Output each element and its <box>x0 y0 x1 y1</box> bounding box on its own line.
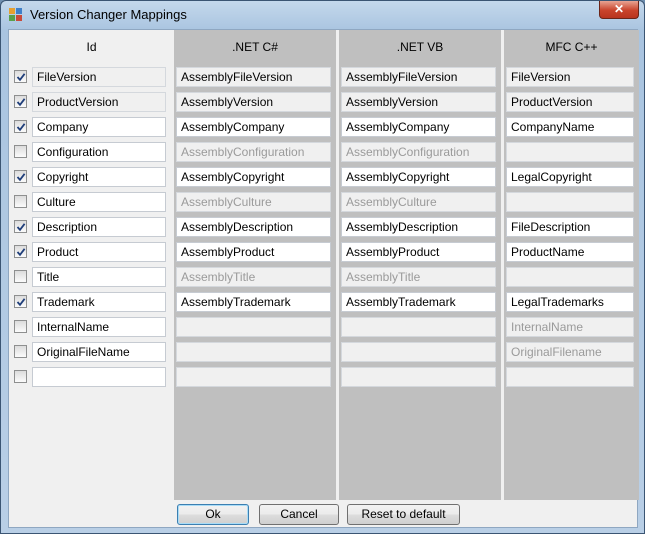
field-dotnet-vb[interactable]: AssemblyProduct <box>341 242 496 262</box>
field-dotnet-cs[interactable]: AssemblyFileVersion <box>176 67 331 87</box>
field-dotnet-vb[interactable]: AssemblyConfiguration <box>341 142 496 162</box>
row-checkbox[interactable] <box>14 370 27 383</box>
mappings-panel: Id .NET C# .NET VB MFC C++ FileVersion As… <box>8 29 639 528</box>
field-id[interactable] <box>32 367 166 387</box>
checkmark-icon <box>16 173 26 182</box>
close-icon: ✕ <box>613 2 625 16</box>
row-checkbox[interactable] <box>14 245 27 258</box>
field-mfc-cpp[interactable]: LegalCopyright <box>506 167 634 187</box>
row-checkbox[interactable] <box>14 295 27 308</box>
field-dotnet-vb[interactable]: AssemblyTitle <box>341 267 496 287</box>
checkmark-icon <box>16 223 26 232</box>
field-id[interactable]: Company <box>32 117 166 137</box>
field-id[interactable]: Product <box>32 242 166 262</box>
row-checkbox[interactable] <box>14 120 27 133</box>
field-mfc-cpp[interactable] <box>506 192 634 212</box>
field-mfc-cpp[interactable]: InternalName <box>506 317 634 337</box>
checkmark-icon <box>16 73 26 82</box>
field-id[interactable]: Configuration <box>32 142 166 162</box>
field-id[interactable]: OriginalFileName <box>32 342 166 362</box>
close-button[interactable]: ✕ <box>599 1 639 19</box>
field-dotnet-cs[interactable]: AssemblyProduct <box>176 242 331 262</box>
cancel-button[interactable]: Cancel <box>259 504 339 525</box>
header-dotnet-cs: .NET C# <box>232 40 278 54</box>
row-checkbox[interactable] <box>14 145 27 158</box>
field-id[interactable]: Copyright <box>32 167 166 187</box>
window-title: Version Changer Mappings <box>30 7 187 22</box>
row-checkbox[interactable] <box>14 95 27 108</box>
row-checkbox[interactable] <box>14 70 27 83</box>
ok-button[interactable]: Ok <box>177 504 249 525</box>
field-dotnet-vb[interactable] <box>341 367 496 387</box>
field-id[interactable]: FileVersion <box>32 67 166 87</box>
field-id[interactable]: InternalName <box>32 317 166 337</box>
field-mfc-cpp[interactable]: CompanyName <box>506 117 634 137</box>
field-dotnet-cs[interactable]: AssemblyVersion <box>176 92 331 112</box>
dialog-window: Version Changer Mappings ✕ Id .NET C# .N… <box>0 0 645 534</box>
header-mfc-cpp: MFC C++ <box>545 40 598 54</box>
field-dotnet-cs[interactable] <box>176 317 331 337</box>
title-bar[interactable]: Version Changer Mappings ✕ <box>1 1 644 29</box>
field-dotnet-vb[interactable] <box>341 342 496 362</box>
header-id: Id <box>86 40 97 54</box>
field-dotnet-vb[interactable]: AssemblyVersion <box>341 92 496 112</box>
row-checkbox[interactable] <box>14 220 27 233</box>
field-dotnet-cs[interactable]: AssemblyCopyright <box>176 167 331 187</box>
field-id[interactable]: Title <box>32 267 166 287</box>
field-id[interactable]: Culture <box>32 192 166 212</box>
field-dotnet-vb[interactable]: AssemblyCopyright <box>341 167 496 187</box>
field-dotnet-cs[interactable]: AssemblyConfiguration <box>176 142 331 162</box>
field-mfc-cpp[interactable]: FileVersion <box>506 67 634 87</box>
field-dotnet-vb[interactable]: AssemblyFileVersion <box>341 67 496 87</box>
field-mfc-cpp[interactable] <box>506 142 634 162</box>
row-checkbox[interactable] <box>14 270 27 283</box>
reset-to-default-button[interactable]: Reset to default <box>347 504 460 525</box>
field-dotnet-vb[interactable] <box>341 317 496 337</box>
field-dotnet-vb[interactable]: AssemblyDescription <box>341 217 496 237</box>
checkmark-icon <box>16 298 26 307</box>
field-dotnet-cs[interactable]: AssemblyCulture <box>176 192 331 212</box>
field-mfc-cpp[interactable] <box>506 367 634 387</box>
field-id[interactable]: Trademark <box>32 292 166 312</box>
checkmark-icon <box>16 98 26 107</box>
row-checkbox[interactable] <box>14 320 27 333</box>
row-checkbox[interactable] <box>14 345 27 358</box>
field-dotnet-cs[interactable]: AssemblyTitle <box>176 267 331 287</box>
field-dotnet-vb[interactable]: AssemblyCompany <box>341 117 496 137</box>
field-dotnet-cs[interactable] <box>176 367 331 387</box>
header-dotnet-vb: .NET VB <box>396 40 444 54</box>
field-mfc-cpp[interactable]: ProductName <box>506 242 634 262</box>
field-id[interactable]: Description <box>32 217 166 237</box>
field-dotnet-vb[interactable]: AssemblyCulture <box>341 192 496 212</box>
field-dotnet-cs[interactable]: AssemblyDescription <box>176 217 331 237</box>
row-checkbox[interactable] <box>14 170 27 183</box>
field-dotnet-cs[interactable]: AssemblyTrademark <box>176 292 331 312</box>
field-mfc-cpp[interactable]: ProductVersion <box>506 92 634 112</box>
field-mfc-cpp[interactable]: FileDescription <box>506 217 634 237</box>
row-checkbox[interactable] <box>14 195 27 208</box>
field-dotnet-cs[interactable]: AssemblyCompany <box>176 117 331 137</box>
checkmark-icon <box>16 248 26 257</box>
field-mfc-cpp[interactable] <box>506 267 634 287</box>
field-dotnet-cs[interactable] <box>176 342 331 362</box>
app-icon <box>9 8 22 21</box>
field-mfc-cpp[interactable]: OriginalFilename <box>506 342 634 362</box>
field-mfc-cpp[interactable]: LegalTrademarks <box>506 292 634 312</box>
checkmark-icon <box>16 123 26 132</box>
field-dotnet-vb[interactable]: AssemblyTrademark <box>341 292 496 312</box>
field-id[interactable]: ProductVersion <box>32 92 166 112</box>
